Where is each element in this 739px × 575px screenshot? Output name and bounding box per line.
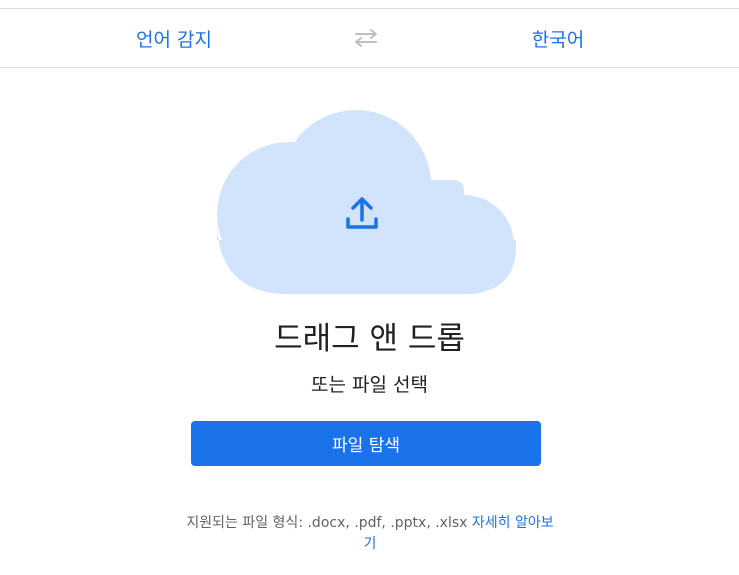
supported-formats: 지원되는 파일 형식: .docx, .pdf, .pptx, .xlsx 자세…: [180, 513, 560, 555]
language-bar: 언어 감지 한국어: [0, 8, 739, 68]
upload-arrow-icon: [346, 197, 378, 229]
browse-files-button[interactable]: 파일 탐색: [191, 421, 541, 466]
drop-subtitle: 또는 파일 선택: [311, 374, 428, 396]
swap-languages-button[interactable]: [348, 23, 384, 53]
browse-files-label: 파일 탐색: [332, 436, 400, 456]
supported-formats-text: 지원되는 파일 형식: .docx, .pdf, .pptx, .xlsx: [186, 515, 468, 531]
drop-title: 드래그 앤 드롭: [274, 321, 465, 357]
target-language-button[interactable]: 한국어: [458, 9, 658, 67]
source-language-button[interactable]: 언어 감지: [74, 9, 274, 67]
swap-arrows-icon: [355, 29, 377, 47]
source-language-label: 언어 감지: [136, 28, 212, 51]
target-language-label: 한국어: [531, 28, 585, 51]
document-translate-page: 언어 감지 한국어 드래그 앤 드롭 또는 파일 선택 파일 탐색 지원되는 파…: [0, 0, 739, 575]
